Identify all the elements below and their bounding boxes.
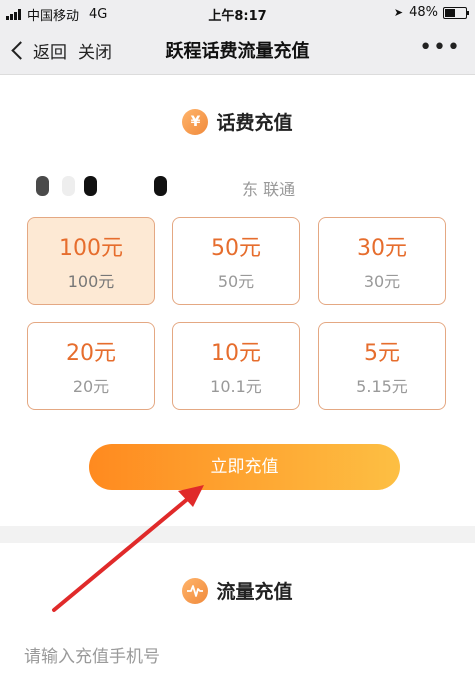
annotation-arrow-shaft	[52, 495, 192, 612]
annotation-arrow	[52, 485, 204, 612]
